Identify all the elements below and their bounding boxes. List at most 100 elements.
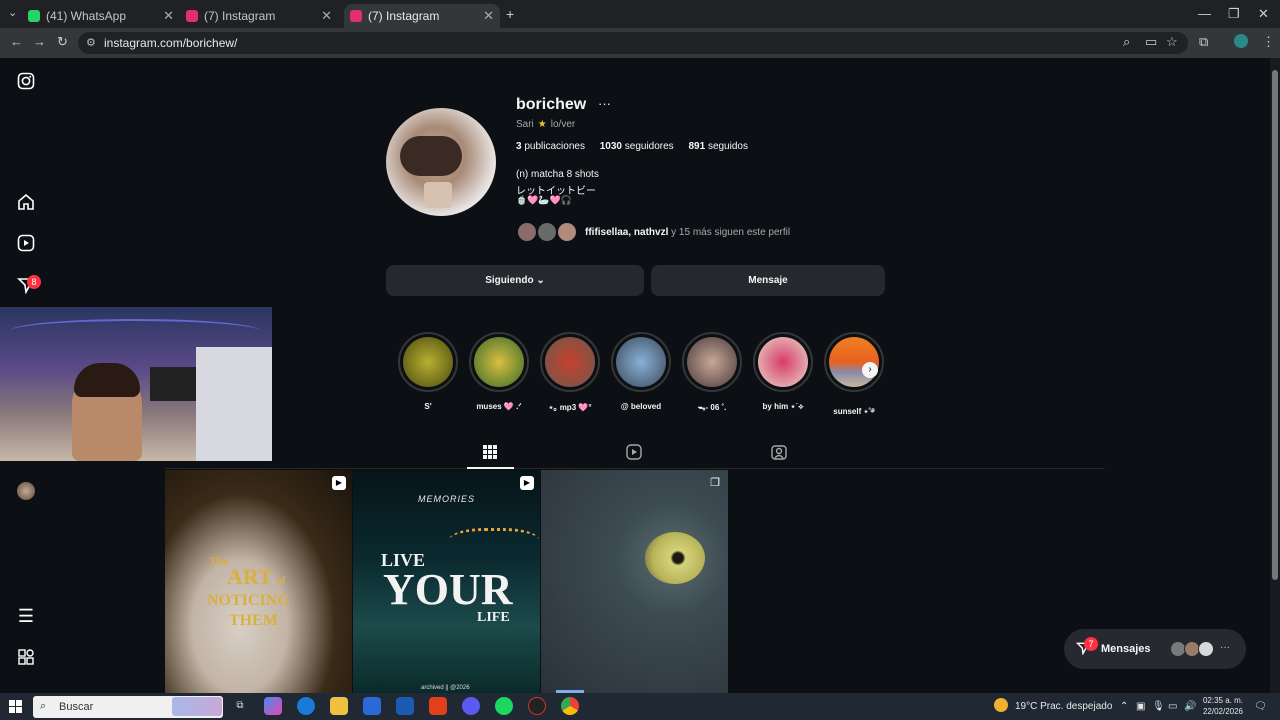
following-button[interactable]: Siguiendo ⌄	[386, 265, 644, 296]
taskbar-search-placeholder: Buscar	[59, 701, 94, 713]
highlights-next-icon[interactable]: ›	[862, 362, 878, 378]
highlight-label: sunself ⋆˚࿔	[833, 407, 875, 416]
highlight-item[interactable]	[753, 332, 813, 392]
weather-icon	[994, 698, 1008, 712]
more-apps-icon[interactable]	[14, 648, 38, 672]
active-tab-indicator	[467, 467, 514, 469]
profile-options-icon[interactable]: ···	[598, 96, 611, 111]
post-thumbnail[interactable]: ❐	[541, 470, 728, 693]
highlight-item[interactable]	[824, 332, 884, 392]
highlight-cover	[545, 337, 595, 387]
grid-icon	[483, 445, 497, 459]
highlight-item[interactable]	[540, 332, 600, 392]
post-thumbnail[interactable]: ▶ The ART of NOTICING THEM	[165, 470, 352, 693]
edge-icon[interactable]	[297, 697, 315, 715]
weather-text[interactable]: 19°C Prac. despejado	[1015, 701, 1112, 712]
posts-grid-tab[interactable]	[480, 444, 500, 462]
bio-line: (n) matcha 8 shots	[516, 169, 599, 180]
messages-dock[interactable]: 7 Mensajes ···	[1064, 629, 1246, 669]
url-text[interactable]: instagram.com/borichew/	[104, 36, 237, 50]
tab-search-chevron-icon[interactable]: ⌄	[8, 6, 17, 19]
back-icon[interactable]: ←	[10, 34, 23, 49]
address-bar[interactable]	[78, 32, 1188, 54]
close-tab-icon[interactable]: ✕	[321, 8, 332, 24]
message-button[interactable]: Mensaje	[651, 265, 885, 296]
bookmark-star-icon[interactable]: ☆	[1166, 34, 1178, 50]
close-window-button[interactable]: ✕	[1258, 6, 1269, 22]
microphone-icon[interactable]: 🎙	[1152, 701, 1165, 712]
profile-nav-avatar[interactable]	[17, 482, 35, 500]
tagged-tab[interactable]	[769, 444, 789, 462]
extensions-icon[interactable]: ⧉	[1199, 34, 1208, 50]
close-tab-icon[interactable]: ✕	[163, 8, 174, 24]
search-icon: ⌕	[40, 700, 47, 712]
highlight-item[interactable]	[398, 332, 458, 392]
tabs-divider	[165, 468, 1105, 469]
profile-avatar-icon[interactable]	[1234, 34, 1248, 48]
outlook-icon[interactable]	[396, 697, 414, 715]
highlight-item[interactable]	[469, 332, 529, 392]
tagged-icon	[771, 445, 787, 460]
copilot-icon[interactable]	[264, 697, 282, 715]
reel-indicator-icon: ▶	[332, 476, 346, 490]
network-icon[interactable]: ▭	[1168, 701, 1177, 712]
new-tab-button[interactable]: +	[506, 6, 514, 22]
tab-title: (7) Instagram	[204, 9, 276, 23]
spotify-icon[interactable]	[495, 697, 513, 715]
profile-avatar[interactable]	[386, 108, 496, 216]
show-hidden-icons-icon[interactable]: ⌃	[1120, 701, 1128, 712]
post-thumbnail[interactable]: ▶ MEMORIES LIVE YOUR LIFE archived || @2…	[353, 470, 540, 693]
brave-icon[interactable]	[429, 697, 447, 715]
meet-now-icon[interactable]: ▣	[1136, 701, 1145, 712]
file-explorer-icon[interactable]	[330, 697, 348, 715]
cast-icon[interactable]: ▭	[1145, 34, 1157, 50]
tab-title: (7) Instagram	[368, 9, 440, 23]
cat-eye	[645, 532, 705, 584]
highlight-cover	[616, 337, 666, 387]
browser-menu-icon[interactable]: ⋮	[1262, 34, 1275, 50]
zoom-icon[interactable]: ⌕	[1123, 34, 1130, 50]
store-icon[interactable]	[363, 697, 381, 715]
close-tab-icon[interactable]: ✕	[483, 8, 494, 24]
webcam-overlay	[0, 307, 272, 461]
taskbar-clock[interactable]: 02:35 a. m. 22/02/2026	[1195, 695, 1243, 717]
followers-stat[interactable]: 1030 seguidores	[600, 141, 674, 152]
tab-title: (41) WhatsApp	[46, 9, 127, 23]
reels-icon[interactable]	[14, 234, 38, 258]
site-info-icon[interactable]: ⚙	[86, 36, 96, 49]
highlight-item[interactable]	[611, 332, 671, 392]
notifications-center-icon[interactable]: 🗨	[1254, 701, 1267, 712]
browser-tab-instagram-active[interactable]: (7) Instagram ✕	[344, 4, 500, 28]
task-view-icon[interactable]: ⧉	[231, 697, 249, 715]
highlight-cover	[758, 337, 808, 387]
restore-button[interactable]: ❐	[1228, 6, 1240, 22]
profile-pronouns: lo/ver	[550, 119, 576, 130]
home-icon[interactable]	[14, 193, 38, 217]
reels-tab-icon	[626, 444, 642, 460]
chrome-icon[interactable]	[561, 697, 579, 715]
highlight-cover	[687, 337, 737, 387]
profile-username: borichew	[516, 96, 587, 113]
messages-label: Mensajes	[1101, 643, 1151, 655]
forward-icon[interactable]: →	[33, 34, 46, 49]
profile-name-line: Sari ★ lo/ver	[516, 119, 575, 130]
windows-start-icon[interactable]	[9, 700, 22, 718]
following-stat[interactable]: 891 seguidos	[688, 141, 748, 152]
messages-more-icon[interactable]: ···	[1220, 642, 1230, 653]
reload-icon[interactable]: ↻	[57, 34, 68, 50]
scrollbar-thumb[interactable]	[1272, 70, 1278, 580]
reels-tab[interactable]	[624, 444, 644, 462]
obs-icon[interactable]	[528, 697, 546, 715]
menu-hamburger-icon[interactable]: ☰	[14, 606, 38, 630]
minimize-button[interactable]: —	[1198, 6, 1211, 21]
instagram-logo-icon[interactable]	[14, 72, 38, 96]
search-highlight-image	[172, 697, 222, 716]
followed-by-text[interactable]: ffifisellaa, nathvzl y 15 más siguen est…	[585, 227, 790, 238]
posts-stat: 3 publicaciones	[516, 141, 585, 152]
highlight-item[interactable]	[682, 332, 742, 392]
discord-icon[interactable]	[462, 697, 480, 715]
browser-tab-whatsapp[interactable]: (41) WhatsApp ✕	[28, 4, 180, 28]
reel-indicator-icon: ▶	[520, 476, 534, 490]
highlight-label: by him ⋆˙⟡	[762, 402, 804, 411]
browser-tab-instagram-1[interactable]: (7) Instagram ✕	[186, 4, 338, 28]
